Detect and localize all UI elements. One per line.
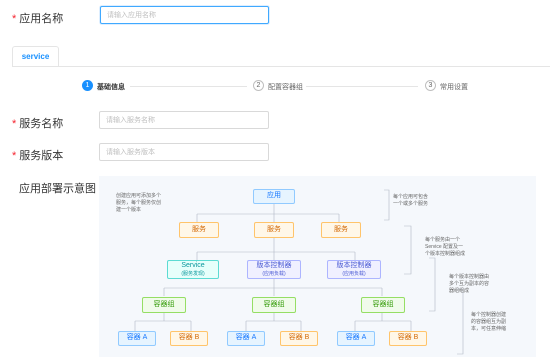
note-line: 的容器组互为副 [471,319,507,325]
node-label: 版本控制器 [256,262,292,270]
service-version-label: * 服务版本 [12,147,63,163]
note-line: 服务，每个服务仅创 [116,200,162,206]
step-2-connector [306,86,418,87]
node-label: 版本控制器 [336,262,372,270]
note-line: 器组组成 [449,288,470,294]
app-name-label: * 应用名称 [12,10,63,26]
note-line: 本，可任意伸缩 [471,326,507,332]
node-label: 容器 B [178,334,200,342]
node-label: 服务 [192,225,206,233]
app-name-input[interactable] [100,6,269,24]
service-name-label: * 服务名称 [12,115,63,131]
note-controller-composition: 每个版本控制器由 多个互为副本的容 器组组成 [449,274,489,295]
node-label: 服务 [267,225,281,233]
note-line: 每个应用可包含 [393,194,429,200]
note-line: 一个或多个服务 [393,201,429,207]
note-app-services: 每个应用可包含 一个或多个服务 [393,194,428,208]
note-line: 每个控制器创建 [471,312,507,318]
note-line: 多个互为副本的容 [449,281,490,287]
node-label: 容器组 [372,300,394,308]
node-sublabel: (应用负载) [342,270,366,277]
note-service-composition: 每个服务由一个 Service 配置及一 个版本控制器组成 [425,237,465,258]
step-1-connector [130,86,247,87]
required-mark: * [12,118,17,130]
note-line: 每个版本控制器由 [449,274,490,280]
note-line: 每个服务由一个 [425,237,461,243]
diagram-container-group-node: 容器组 [252,297,296,313]
diagram-container-b-node: 容器 B [170,331,208,346]
step-3-icon: 3 [425,80,436,91]
node-sublabel: (应用负载) [262,270,286,277]
required-mark: * [12,13,17,25]
diagram-container-group-node: 容器组 [142,297,186,313]
tab-bar-divider [12,66,550,67]
diagram-container-group-node: 容器组 [361,297,405,313]
service-name-input[interactable] [99,111,269,129]
node-label: 容器 B [397,334,419,342]
diagram-app-node: 应用 [253,189,295,204]
node-label: 应用 [267,192,281,200]
note-app-creation: 创建应用可添加多个 服务，每个服务仅创 建一个版本 [116,193,161,214]
note-line: 建一个版本 [116,207,142,213]
diagram-service-node: 服务 [179,222,219,238]
service-version-input[interactable] [99,143,269,161]
diagram-service-node: 服务 [321,222,361,238]
node-label: 容器组 [153,300,175,308]
node-label: 容器 B [288,334,310,342]
diagram-container-b-node: 容器 B [389,331,427,346]
deployment-diagram: 创建应用可添加多个 服务，每个服务仅创 建一个版本 应用 服务 服务 服务 Se… [99,176,536,357]
diagram-service-discovery-node: Service (服务发现) [167,260,219,279]
node-label: 容器 A [235,334,257,342]
diagram-version-controller-node: 版本控制器 (应用负载) [247,260,301,279]
note-line: Service 配置及一 [425,244,464,250]
node-label: 容器 A [126,334,148,342]
service-version-label-text: 服务版本 [19,150,64,162]
node-sublabel: (服务发现) [181,270,205,277]
diagram-container-b-node: 容器 B [280,331,318,346]
diagram-container-a-node: 容器 A [337,331,375,346]
node-label: 服务 [334,225,348,233]
diagram-container-a-node: 容器 A [227,331,265,346]
step-3-title: 常用设置 [440,84,468,91]
tab-service[interactable]: service [12,46,59,67]
note-line: 创建应用可添加多个 [116,193,162,199]
diagram-service-node: 服务 [254,222,294,238]
node-label: 容器组 [263,300,285,308]
diagram-version-controller-node: 版本控制器 (应用负载) [327,260,381,279]
step-1-title: 基础信息 [97,84,125,91]
app-name-label-text: 应用名称 [19,13,64,25]
node-label: Service [181,262,205,270]
diagram-container-a-node: 容器 A [118,331,156,346]
step-2-icon: 2 [253,80,264,91]
deployment-diagram-label: 应用部署示意图 [19,183,96,195]
note-line: 个版本控制器组成 [425,251,466,257]
required-mark: * [12,150,17,162]
note-container-group-scaling: 每个控制器创建 的容器组互为副 本，可任意伸缩 [471,312,506,333]
node-label: 容器 A [345,334,367,342]
step-2-title: 配置容器组 [268,84,303,91]
service-name-label-text: 服务名称 [19,118,64,130]
step-1-icon: 1 [82,80,93,91]
